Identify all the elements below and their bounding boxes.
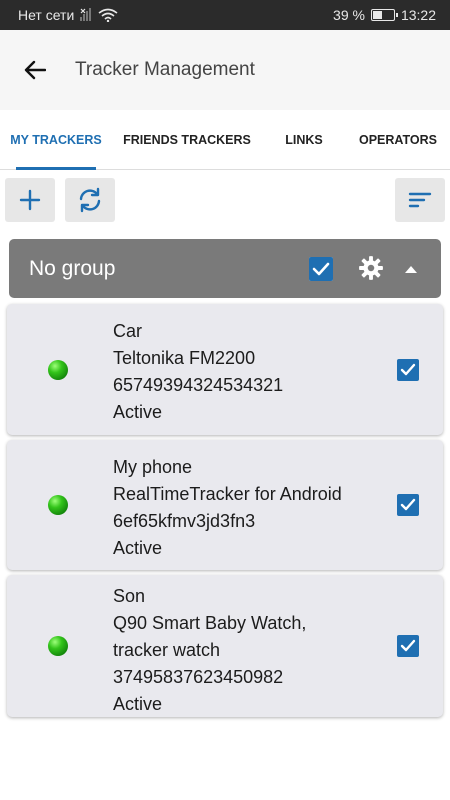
tracker-status: Active	[113, 694, 163, 714]
tab-operators[interactable]: OPERATORS	[346, 110, 450, 170]
back-button[interactable]	[0, 30, 70, 110]
tracker-card[interactable]: My phone RealTimeTracker for Android 6ef…	[7, 440, 443, 570]
check-icon	[400, 363, 416, 376]
clock: 13:22	[400, 7, 436, 23]
status-left: Нет сети	[18, 7, 118, 23]
status-dot-icon	[48, 495, 68, 515]
tab-my-trackers[interactable]: MY TRACKERS	[0, 110, 112, 170]
tab-bar: MY TRACKERS FRIENDS TRACKERS LINKS OPERA…	[0, 110, 450, 170]
battery-icon	[370, 9, 398, 21]
battery-fill	[372, 11, 382, 19]
tracker-info: Son Q90 Smart Baby Watch, tracker watch …	[113, 583, 306, 718]
refresh-icon	[79, 187, 101, 213]
tracker-card[interactable]: Son Q90 Smart Baby Watch, tracker watch …	[7, 575, 443, 717]
tracker-status: Active	[113, 538, 163, 558]
tracker-model: RealTimeTracker for Android	[113, 484, 342, 504]
page-title: Tracker Management	[75, 59, 255, 80]
toolbar	[0, 170, 450, 230]
gear-icon[interactable]	[358, 255, 384, 281]
status-dot-icon	[48, 360, 68, 380]
tracker-name: My phone	[113, 457, 193, 477]
tracker-model: Q90 Smart Baby Watch,	[113, 613, 307, 633]
signal-icon	[80, 8, 92, 21]
tracker-model: Teltonika FM2200	[113, 348, 256, 368]
arrow-left-icon	[24, 60, 46, 80]
check-icon	[400, 639, 416, 652]
battery-percent: 39 %	[333, 7, 365, 23]
add-tracker-button[interactable]	[5, 178, 55, 222]
refresh-button[interactable]	[65, 178, 115, 222]
sort-button[interactable]	[395, 178, 445, 222]
tracker-name: Car	[113, 321, 143, 341]
network-status: Нет сети	[18, 7, 75, 23]
group-select-checkbox[interactable]	[309, 257, 333, 281]
tab-links[interactable]: LINKS	[262, 110, 346, 170]
check-icon	[400, 498, 416, 511]
status-dot-icon	[48, 636, 68, 656]
tracker-id: 6ef65kfmv3jd3fn3	[113, 511, 256, 531]
tab-friends-trackers[interactable]: FRIENDS TRACKERS	[112, 110, 262, 170]
tracker-checkbox[interactable]	[397, 359, 419, 381]
plus-icon	[19, 189, 41, 211]
chevron-up-icon[interactable]	[401, 259, 421, 279]
tracker-name: Son	[113, 586, 146, 606]
tracker-id: 65749394324534321	[113, 375, 284, 395]
group-header[interactable]: No group	[9, 239, 441, 298]
app-bar: Tracker Management	[0, 30, 450, 110]
status-right: 39 % 13:22	[333, 7, 436, 23]
tracker-info: Car Teltonika FM2200 65749394324534321 A…	[113, 318, 283, 426]
tracker-status: Active	[113, 402, 163, 422]
tracker-info: My phone RealTimeTracker for Android 6ef…	[113, 454, 342, 562]
tracker-model-continued: tracker watch	[113, 640, 221, 660]
tracker-checkbox[interactable]	[397, 635, 419, 657]
check-icon	[309, 257, 333, 281]
tracker-checkbox[interactable]	[397, 494, 419, 516]
tracker-card[interactable]: Car Teltonika FM2200 65749394324534321 A…	[7, 304, 443, 435]
status-bar: Нет сети 39 % 13:22	[0, 0, 450, 30]
group-title: No group	[29, 256, 116, 280]
sort-icon	[408, 192, 432, 208]
tracker-id: 37495837623450982	[113, 667, 284, 687]
wifi-icon	[98, 8, 118, 22]
